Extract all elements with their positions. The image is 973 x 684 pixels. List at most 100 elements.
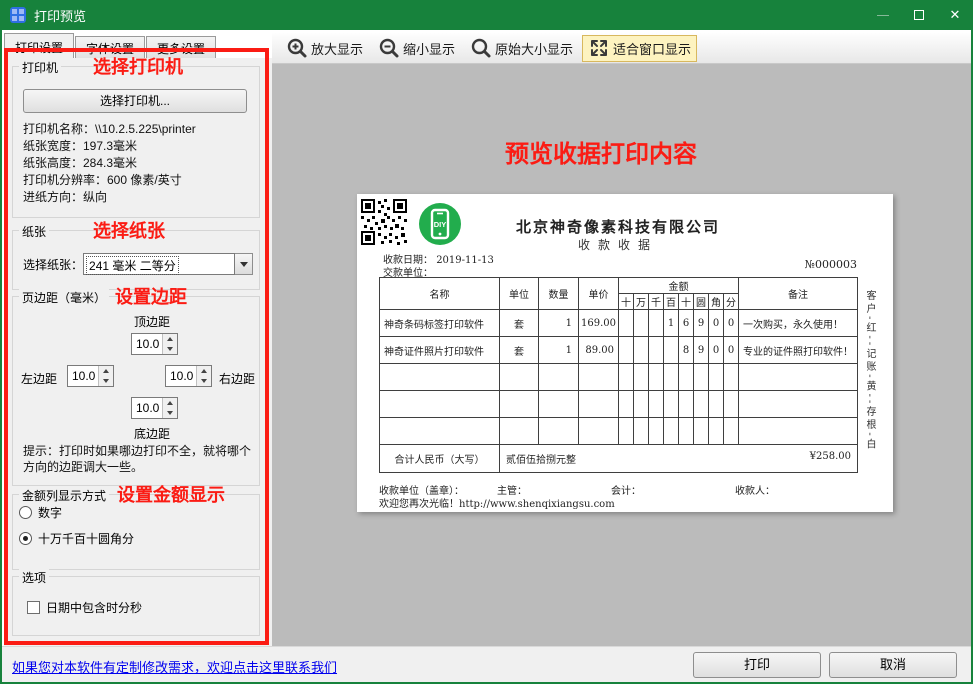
receipt-cell xyxy=(380,364,500,391)
spin-up-icon[interactable] xyxy=(197,366,211,376)
digit-col: 十 xyxy=(679,294,694,310)
original-size-button[interactable]: 原始大小显示 xyxy=(464,35,579,62)
spin-down-icon[interactable] xyxy=(163,408,177,418)
spinner-buttons xyxy=(162,398,177,418)
amount-annotation: 设置金额显示 xyxy=(117,481,225,507)
radio-label: 数字 xyxy=(38,504,62,521)
amount-digit-cell: 6 xyxy=(679,310,694,337)
spin-down-icon[interactable] xyxy=(99,376,113,386)
checkbox-icon[interactable] xyxy=(27,601,40,614)
window-controls: ✕ xyxy=(865,0,973,30)
spinner-buttons xyxy=(162,334,177,354)
receipt-cell xyxy=(500,391,539,418)
combobox-dropdown-button[interactable] xyxy=(235,253,253,275)
spin-up-icon[interactable] xyxy=(163,398,177,408)
digit-col: 角 xyxy=(709,294,724,310)
amount-digit-cell: 0 xyxy=(724,337,739,364)
spin-down-icon[interactable] xyxy=(197,376,211,386)
receipt-cell: 套 xyxy=(500,337,539,364)
top-margin-spinner[interactable]: 10.0 xyxy=(131,333,178,355)
digit-col: 万 xyxy=(634,294,649,310)
printer-dpi: 打印机分辨率：600 像素/英寸 xyxy=(23,172,196,189)
receipt-cell xyxy=(539,418,579,445)
maximize-button[interactable] xyxy=(901,0,937,30)
spin-up-icon[interactable] xyxy=(163,334,177,344)
close-button[interactable]: ✕ xyxy=(937,0,973,30)
amount-group-legend: 金额列显示方式 xyxy=(19,487,109,504)
radio-icon xyxy=(19,506,32,519)
titlebar: 打印预览 ✕ xyxy=(0,0,973,30)
maximize-icon xyxy=(914,10,924,20)
left-margin-spinner[interactable]: 10.0 xyxy=(67,365,114,387)
col-remark: 备注 xyxy=(739,278,858,310)
receipt-cell xyxy=(380,418,500,445)
print-preview-window: 打印预览 ✕ 打印设置 字体设置 更多设置 放大显示 xyxy=(0,0,973,684)
receipt-cell xyxy=(380,391,500,418)
paper-height: 纸张高度：284.3毫米 xyxy=(23,155,196,172)
minimize-icon xyxy=(877,15,889,16)
receipt-cell: 套 xyxy=(500,310,539,337)
receipt-table: 名称 单位 数量 单价 金额 备注 十 万 千 百 十 圆 角 xyxy=(379,277,858,473)
paper-size-combobox[interactable]: 241 毫米 二等分 xyxy=(83,253,235,275)
receipt-cell: 169.00 xyxy=(579,310,619,337)
digit-col: 圆 xyxy=(694,294,709,310)
print-button[interactable]: 打印 xyxy=(693,652,821,678)
amount-digit-cell xyxy=(634,310,649,337)
include-time-checkbox-row[interactable]: 日期中包含时分秒 xyxy=(27,599,142,616)
amount-digit-cell xyxy=(649,364,664,391)
receipt-cell: 1 xyxy=(539,337,579,364)
app-logo-icon xyxy=(10,7,26,23)
amount-digit-cell xyxy=(709,418,724,445)
spin-down-icon[interactable] xyxy=(163,344,177,354)
minimize-button[interactable] xyxy=(865,0,901,30)
right-margin-spinner[interactable]: 10.0 xyxy=(165,365,212,387)
receipt-cell xyxy=(539,364,579,391)
col-qty: 数量 xyxy=(539,278,579,310)
amount-digit-cell xyxy=(724,391,739,418)
tab-print-settings[interactable]: 打印设置 xyxy=(4,33,74,58)
right-margin-value: 10.0 xyxy=(166,366,196,386)
amount-digit-cell xyxy=(664,337,679,364)
receipt-total: 合计人民币（大写） 贰佰伍拾捌元整 ¥258.00 xyxy=(380,445,858,473)
total-cell: 贰佰伍拾捌元整 ¥258.00 xyxy=(500,445,858,473)
receipt-row: 神奇证件照片打印软件套189.008900专业的证件照打印软件！ xyxy=(380,337,858,364)
left-margin-value: 10.0 xyxy=(68,366,98,386)
total-label: 合计人民币（大写） xyxy=(380,445,500,473)
zoom-in-button[interactable]: 放大显示 xyxy=(280,35,369,62)
right-margin-label: 右边距 xyxy=(219,370,255,387)
receipt-row: 神奇条码标签打印软件套1169.0016900一次购买，永久使用！ xyxy=(380,310,858,337)
spinner-buttons xyxy=(196,366,211,386)
contact-us-link[interactable]: 如果您对本软件有定制修改需求，欢迎点击这里联系我们 xyxy=(12,657,337,676)
margins-annotation: 设置边距 xyxy=(115,283,187,309)
remark-cell xyxy=(739,418,858,445)
receipt-date-value: 2019-11-13 xyxy=(436,255,494,266)
amount-digit-cell: 0 xyxy=(709,337,724,364)
select-printer-button[interactable]: 选择打印机... xyxy=(23,89,247,113)
preview-area: 预览收据打印内容 xyxy=(272,64,971,646)
receipt-number: №000003 xyxy=(737,258,857,271)
receipt-cell xyxy=(500,364,539,391)
top-margin-value: 10.0 xyxy=(132,334,162,354)
amount-digit-cell xyxy=(709,391,724,418)
zoom-out-button[interactable]: 缩小显示 xyxy=(372,35,461,62)
preview-toolbar: 放大显示 缩小显示 原始大小显示 xyxy=(272,33,971,64)
bottom-margin-spinner[interactable]: 10.0 xyxy=(131,397,178,419)
settings-panel: 打印机 选择打印机 选择打印机... 打印机名称：\\10.2.5.225\pr… xyxy=(4,58,272,646)
amount-digit-cell xyxy=(619,391,634,418)
spin-up-icon[interactable] xyxy=(99,366,113,376)
remark-cell: 专业的证件照打印软件！ xyxy=(739,337,858,364)
radio-option-1[interactable]: 十万千百十圆角分 xyxy=(19,530,259,547)
fit-window-icon xyxy=(588,37,610,59)
col-unit: 单位 xyxy=(500,278,539,310)
receipt-rows: 神奇条码标签打印软件套1169.0016900一次购买，永久使用！神奇证件照片打… xyxy=(380,310,858,445)
toolbtn-label: 缩小显示 xyxy=(403,39,455,58)
receipt-cell xyxy=(579,418,619,445)
fit-window-button[interactable]: 适合窗口显示 xyxy=(582,35,697,62)
toolbtn-label: 放大显示 xyxy=(311,39,363,58)
options-group-legend: 选项 xyxy=(19,569,49,586)
amount-digit-cell xyxy=(694,418,709,445)
cancel-button[interactable]: 取消 xyxy=(829,652,957,678)
receipt-cell: 神奇条码标签打印软件 xyxy=(380,310,500,337)
digit-col: 分 xyxy=(724,294,739,310)
checkbox-label: 日期中包含时分秒 xyxy=(46,599,142,616)
